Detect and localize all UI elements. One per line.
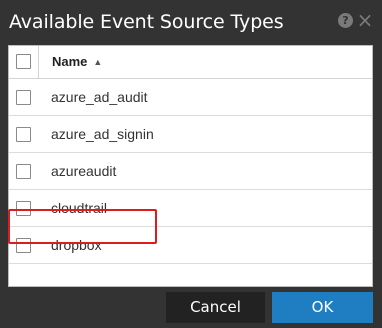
header-divider bbox=[38, 46, 39, 78]
select-all-checkbox[interactable] bbox=[16, 54, 31, 69]
row-label: azure_ad_audit bbox=[51, 89, 148, 105]
table-row[interactable]: azure_ad_signin bbox=[9, 116, 372, 153]
highlight-box bbox=[8, 209, 157, 244]
dialog-title: Available Event Source Types bbox=[9, 11, 284, 33]
ok-button[interactable]: OK bbox=[272, 292, 373, 323]
dialog-footer: Cancel OK bbox=[0, 288, 382, 328]
row-checkbox[interactable] bbox=[16, 90, 31, 105]
close-icon[interactable]: × bbox=[355, 8, 375, 32]
column-header-name[interactable]: Name ▲ bbox=[52, 54, 102, 70]
row-label: azureaudit bbox=[51, 163, 117, 179]
event-source-table: Name ▲ azure_ad_audit azure_ad_signin azu… bbox=[8, 45, 373, 287]
help-icon[interactable]: ? bbox=[338, 13, 353, 28]
column-header-name-label: Name bbox=[52, 54, 88, 69]
cancel-button[interactable]: Cancel bbox=[166, 292, 265, 323]
row-checkbox[interactable] bbox=[16, 127, 31, 142]
row-label: azure_ad_signin bbox=[51, 126, 154, 142]
table-header: Name ▲ bbox=[9, 46, 372, 79]
row-checkbox[interactable] bbox=[16, 164, 31, 179]
table-row[interactable]: azureaudit bbox=[9, 153, 372, 190]
dialog-titlebar: Available Event Source Types ? × bbox=[0, 0, 382, 46]
event-source-types-dialog: Available Event Source Types ? × Name ▲ a… bbox=[0, 0, 382, 328]
sort-ascending-icon: ▲ bbox=[93, 57, 103, 67]
table-row[interactable]: azure_ad_audit bbox=[9, 79, 372, 116]
